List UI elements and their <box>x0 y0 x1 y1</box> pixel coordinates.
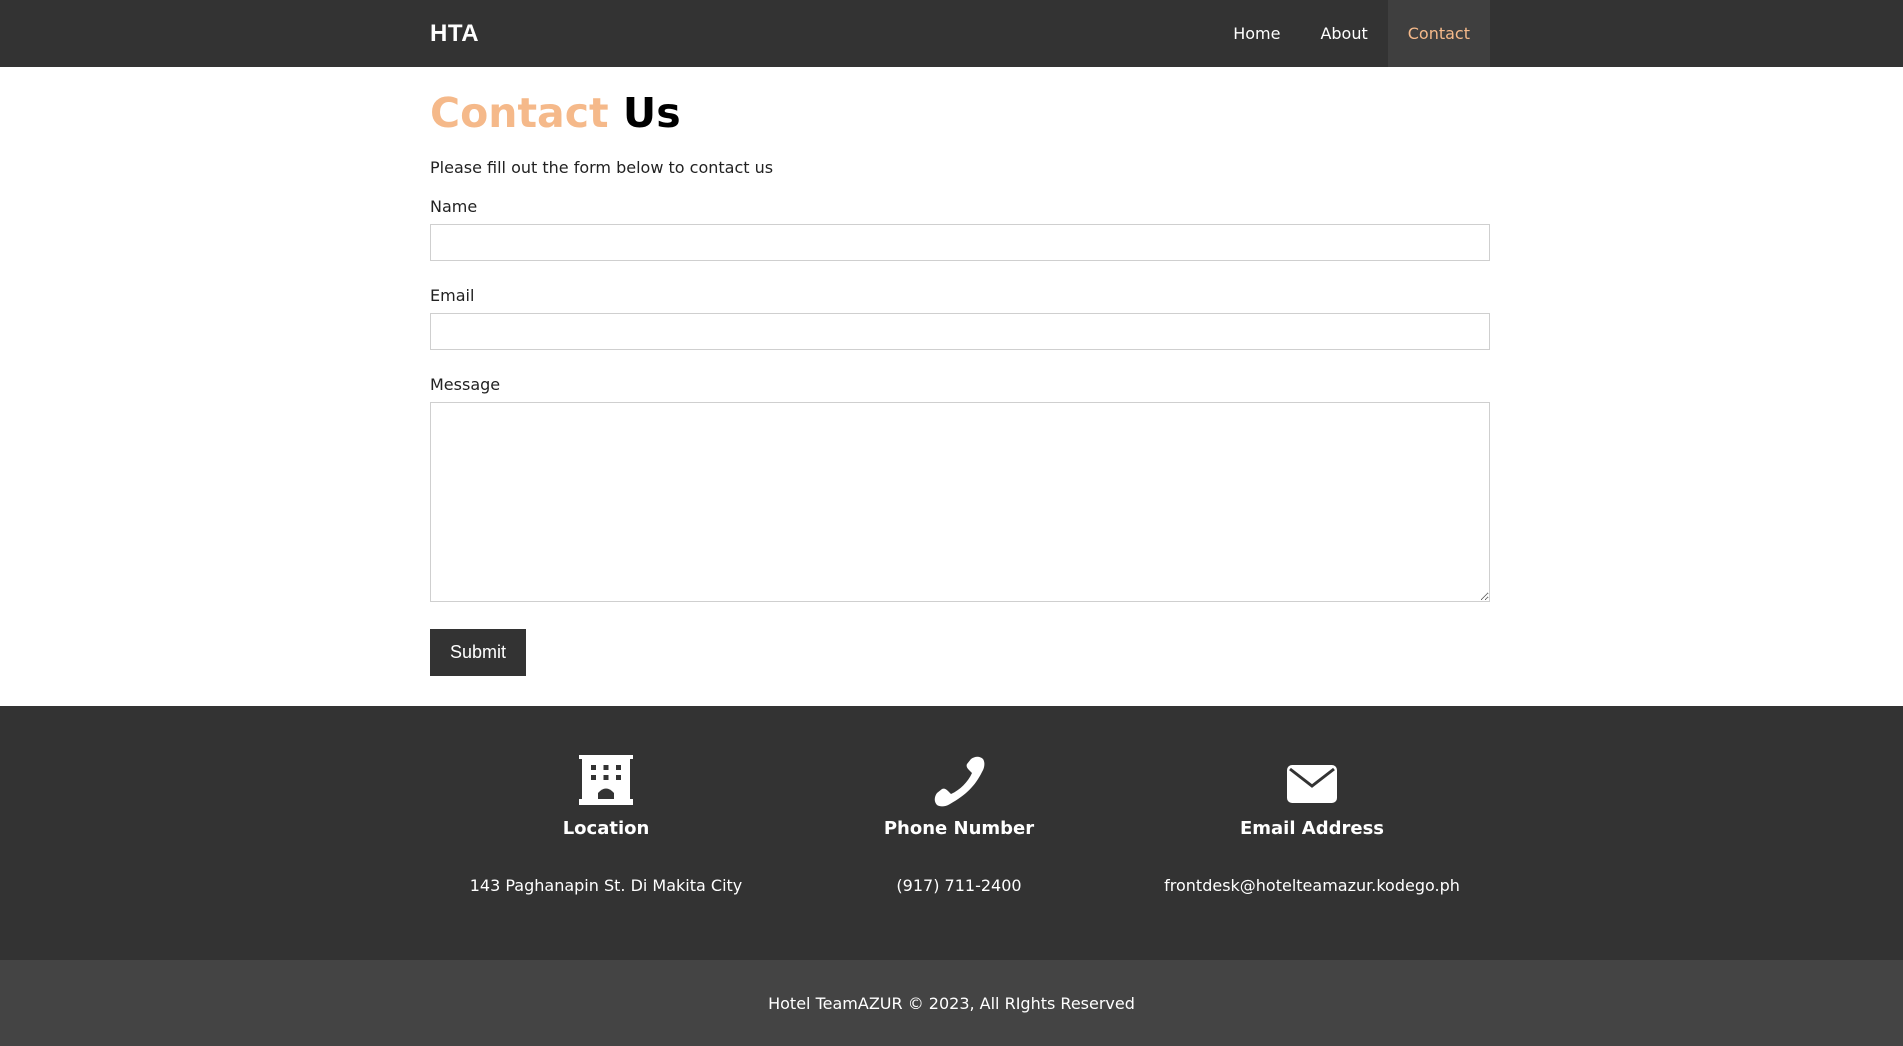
nav-link-about[interactable]: About <box>1300 0 1387 67</box>
intro-text: Please fill out the form below to contac… <box>430 158 774 177</box>
footer-copyright: Hotel TeamAZUR © 2023, All RIghts Reserv… <box>0 960 1903 1046</box>
nav-link-home[interactable]: Home <box>1213 0 1300 67</box>
message-label: Message <box>430 375 501 394</box>
nav-link-contact[interactable]: Contact <box>1387 0 1490 67</box>
phone-value: (917) 711-2400 <box>896 876 1022 895</box>
email-value[interactable]: frontdesk@hotelteamazur.kodego.ph <box>1162 876 1462 895</box>
name-label: Name <box>430 197 478 216</box>
nav-links: Home About Contact <box>1213 0 1490 67</box>
footer-info: Location 143 Paghanapin St. Di Makita Ci… <box>0 706 1903 960</box>
envelope-icon <box>1162 755 1462 809</box>
email-label: Email <box>430 286 475 305</box>
email-title: Email Address <box>1239 818 1385 839</box>
location-title: Location <box>562 818 650 839</box>
name-input[interactable] <box>430 224 1490 261</box>
phone-icon <box>809 755 1109 809</box>
location-value: 143 Paghanapin St. Di Makita City <box>469 876 743 895</box>
building-icon <box>456 755 756 809</box>
email-input[interactable] <box>430 313 1490 350</box>
message-textarea[interactable] <box>430 402 1490 602</box>
page-title: Contact Us <box>430 88 681 138</box>
submit-button[interactable]: Submit <box>430 629 526 676</box>
page-title-accent: Contact <box>430 89 609 137</box>
navbar: HTA Home About Contact <box>0 0 1903 67</box>
brand-logo[interactable]: HTA <box>430 20 479 48</box>
page-title-rest: Us <box>622 89 681 137</box>
phone-title: Phone Number <box>883 818 1035 839</box>
